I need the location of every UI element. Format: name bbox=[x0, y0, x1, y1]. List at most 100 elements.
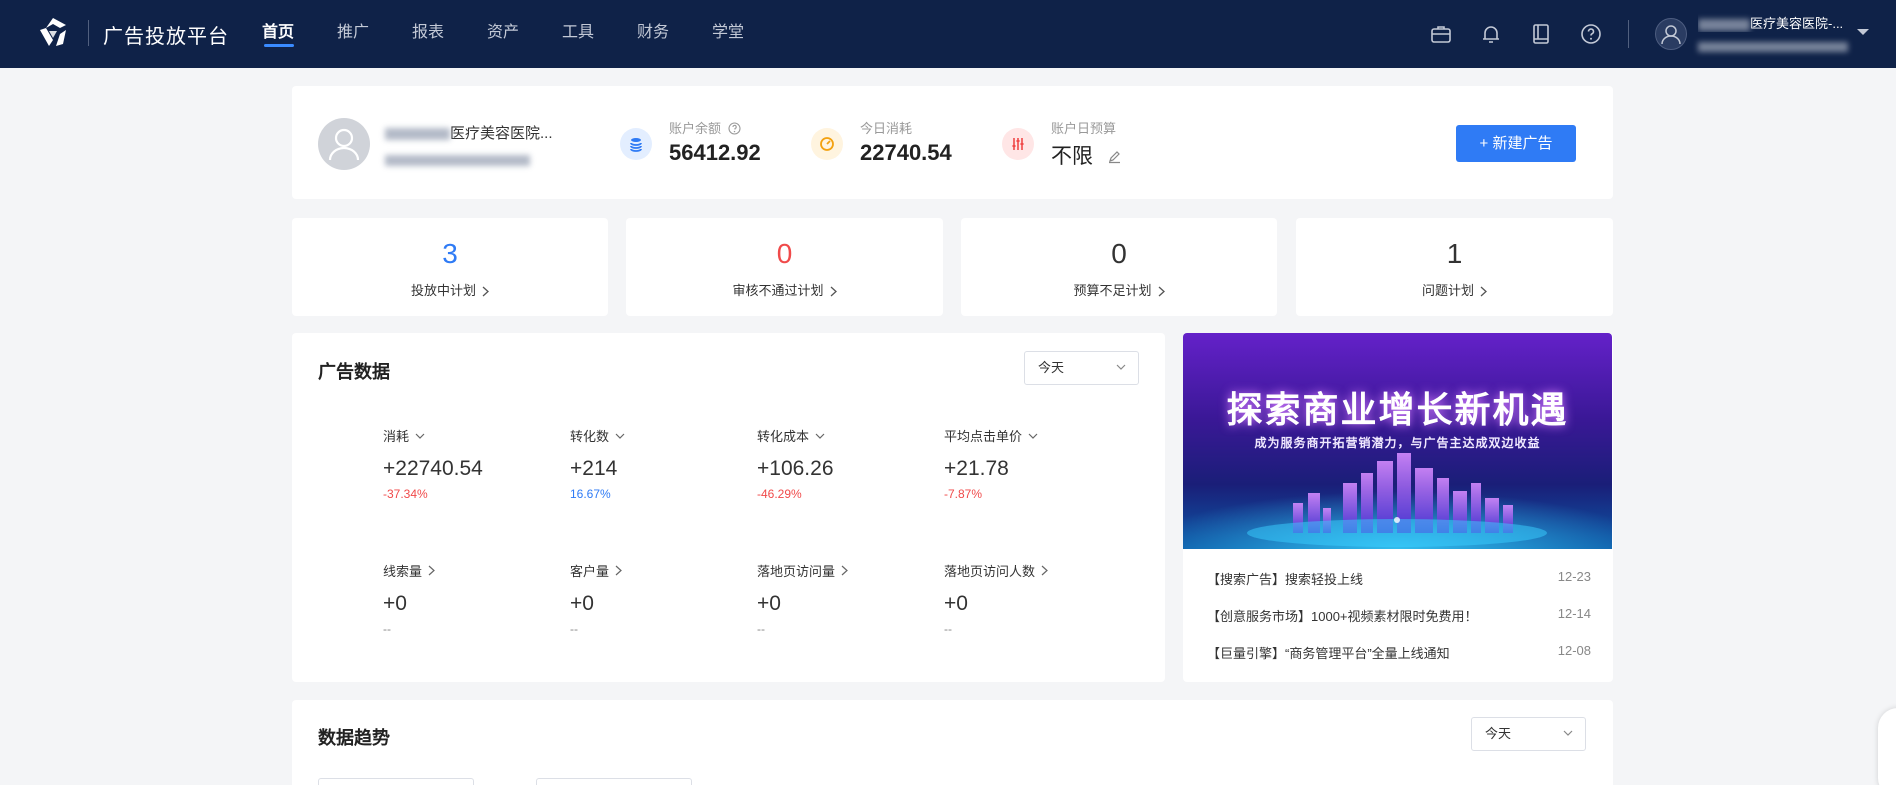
daily-budget-value: 不限 bbox=[1051, 140, 1122, 170]
account-id-masked bbox=[1698, 38, 1848, 56]
metric-label-text: 落地页访问量 bbox=[757, 564, 836, 579]
sliders-icon bbox=[1002, 128, 1034, 160]
chevron-down-icon bbox=[415, 433, 425, 439]
metric-value: +106.26 bbox=[757, 457, 834, 480]
nav-item-home[interactable]: 首页 bbox=[262, 0, 337, 68]
nav-item-academy[interactable]: 学堂 bbox=[712, 0, 787, 68]
metric-label[interactable]: 线索量 bbox=[383, 561, 553, 580]
news-date: 12-08 bbox=[1557, 643, 1591, 658]
metric-conversions[interactable]: 转化数 +214 16.67% bbox=[570, 426, 740, 501]
news-title: 【创意服务市场】1000+视频素材限时免费用！ bbox=[1207, 609, 1478, 624]
plan-label: 预算不足计划 bbox=[961, 280, 1277, 299]
plan-card-budget-short[interactable]: 0 预算不足计划 bbox=[961, 218, 1277, 316]
data-trend-card: 数据趋势 今天 bbox=[292, 700, 1613, 785]
metric-label[interactable]: 平均点击单价 bbox=[944, 426, 1114, 445]
plan-card-active[interactable]: 3 投放中计划 bbox=[292, 218, 608, 316]
user-icon bbox=[328, 128, 360, 161]
banner-title: 探索商业增长新机遇 bbox=[1226, 389, 1569, 430]
bell-icon[interactable] bbox=[1479, 22, 1503, 46]
plan-label: 审核不通过计划 bbox=[626, 280, 943, 299]
metric-selector[interactable] bbox=[536, 778, 692, 785]
edit-icon[interactable] bbox=[1107, 149, 1122, 164]
metric-value: +21.78 bbox=[944, 457, 1009, 480]
help-icon[interactable] bbox=[1579, 22, 1603, 46]
metric-landing-visits[interactable]: 落地页访问量 +0 -- bbox=[757, 561, 927, 636]
caret-down-icon[interactable] bbox=[1856, 27, 1870, 37]
today-spend-label: 今日消耗 bbox=[860, 121, 913, 136]
metric-selector[interactable] bbox=[318, 778, 474, 785]
news-item[interactable]: 【创意服务市场】1000+视频素材限时免费用！ 12-14 bbox=[1207, 606, 1591, 628]
metric-label[interactable]: 消耗 bbox=[383, 426, 553, 445]
help-icon[interactable] bbox=[728, 122, 741, 135]
balance-value: 56412.92 bbox=[669, 140, 761, 165]
chevron-right-icon bbox=[1158, 286, 1165, 297]
new-ad-button[interactable]: + 新建广告 bbox=[1456, 125, 1576, 162]
metric-label[interactable]: 客户量 bbox=[570, 561, 740, 580]
masked-text bbox=[1698, 18, 1750, 31]
chevron-right-icon bbox=[615, 565, 622, 576]
metric-change: -7.87% bbox=[944, 487, 983, 501]
chevron-down-icon bbox=[615, 433, 625, 439]
plan-label-text: 审核不通过计划 bbox=[732, 283, 824, 298]
logo-icon[interactable] bbox=[36, 16, 70, 50]
metric-conversion-cost[interactable]: 转化成本 +106.26 -46.29% bbox=[757, 426, 927, 501]
plan-label-text: 预算不足计划 bbox=[1073, 283, 1152, 298]
metric-value: +0 bbox=[383, 592, 407, 615]
floating-help-tab[interactable] bbox=[1878, 708, 1896, 785]
divider bbox=[1628, 20, 1629, 48]
nav-item-finance[interactable]: 财务 bbox=[637, 0, 712, 68]
nav-item-promotion[interactable]: 推广 bbox=[337, 0, 412, 68]
account-id-masked bbox=[385, 152, 530, 170]
promo-banner[interactable]: 探索商业增长新机遇 成为服务商开拓营销潜力，与广告主达成双边收益 bbox=[1183, 333, 1612, 549]
metric-change: -- bbox=[944, 622, 952, 636]
metric-label-text: 线索量 bbox=[383, 564, 423, 579]
book-icon[interactable] bbox=[1529, 22, 1553, 46]
user-icon bbox=[1661, 25, 1681, 45]
metric-landing-visitors[interactable]: 落地页访问人数 +0 -- bbox=[944, 561, 1114, 636]
nav-item-tools[interactable]: 工具 bbox=[562, 0, 637, 68]
period-select-value: 今天 bbox=[1485, 726, 1512, 741]
nav-item-assets[interactable]: 资产 bbox=[487, 0, 562, 68]
metric-label[interactable]: 落地页访问人数 bbox=[944, 561, 1114, 580]
metric-customers[interactable]: 客户量 +0 -- bbox=[570, 561, 740, 636]
banner-subtitle: 成为服务商开拓营销潜力，与广告主达成双边收益 bbox=[1254, 436, 1541, 450]
metric-label[interactable]: 落地页访问量 bbox=[757, 561, 927, 580]
plan-label: 问题计划 bbox=[1296, 280, 1613, 299]
metric-avg-cpc[interactable]: 平均点击单价 +21.78 -7.87% bbox=[944, 426, 1114, 501]
chevron-down-icon bbox=[1563, 730, 1573, 736]
metric-spend[interactable]: 消耗 +22740.54 -37.34% bbox=[383, 426, 553, 501]
period-select[interactable]: 今天 bbox=[1471, 717, 1586, 751]
metric-value: +0 bbox=[944, 592, 968, 615]
news-item[interactable]: 【巨量引擎】“商务管理平台”全量上线通知 12-08 bbox=[1207, 643, 1591, 665]
plan-card-rejected[interactable]: 0 审核不通过计划 bbox=[626, 218, 943, 316]
nav-item-reports[interactable]: 报表 bbox=[412, 0, 487, 68]
news-title: 【搜索广告】搜索轻投上线 bbox=[1207, 572, 1364, 587]
coins-icon bbox=[620, 128, 652, 160]
account-name: 医疗美容医院... bbox=[385, 122, 553, 143]
news-date: 12-14 bbox=[1557, 606, 1591, 621]
news-title: 【巨量引擎】“商务管理平台”全量上线通知 bbox=[1207, 646, 1450, 661]
metric-label-text: 转化数 bbox=[570, 429, 610, 444]
ad-data-card: 广告数据 今天 消耗 +22740.54 -37.34% 转化数 +214 16… bbox=[292, 333, 1165, 682]
metric-label[interactable]: 转化成本 bbox=[757, 426, 927, 445]
metric-label-text: 落地页访问人数 bbox=[944, 564, 1036, 579]
metric-label-text: 消耗 bbox=[383, 429, 410, 444]
plan-card-problem[interactable]: 1 问题计划 bbox=[1296, 218, 1613, 316]
briefcase-icon[interactable] bbox=[1429, 22, 1453, 46]
plan-count: 0 bbox=[776, 238, 793, 269]
metric-leads[interactable]: 线索量 +0 -- bbox=[383, 561, 553, 636]
plan-count: 0 bbox=[1111, 238, 1127, 269]
account-name[interactable]: 医疗美容医院-... bbox=[1698, 13, 1848, 32]
period-select[interactable]: 今天 bbox=[1024, 351, 1139, 385]
announcement-card: 探索商业增长新机遇 成为服务商开拓营销潜力，与广告主达成双边收益 【搜索广告】搜… bbox=[1183, 333, 1613, 682]
chevron-down-icon bbox=[1116, 364, 1126, 370]
metric-label[interactable]: 转化数 bbox=[570, 426, 740, 445]
news-item[interactable]: 【搜索广告】搜索轻投上线 12-23 bbox=[1207, 569, 1591, 591]
metric-change: 16.67% bbox=[570, 487, 611, 501]
plan-count: 1 bbox=[1446, 238, 1463, 269]
chevron-right-icon bbox=[830, 286, 837, 297]
avatar[interactable] bbox=[1655, 18, 1687, 50]
metric-label-text: 客户量 bbox=[570, 564, 610, 579]
metric-label-text: 转化成本 bbox=[757, 429, 810, 444]
chevron-right-icon bbox=[482, 286, 489, 297]
